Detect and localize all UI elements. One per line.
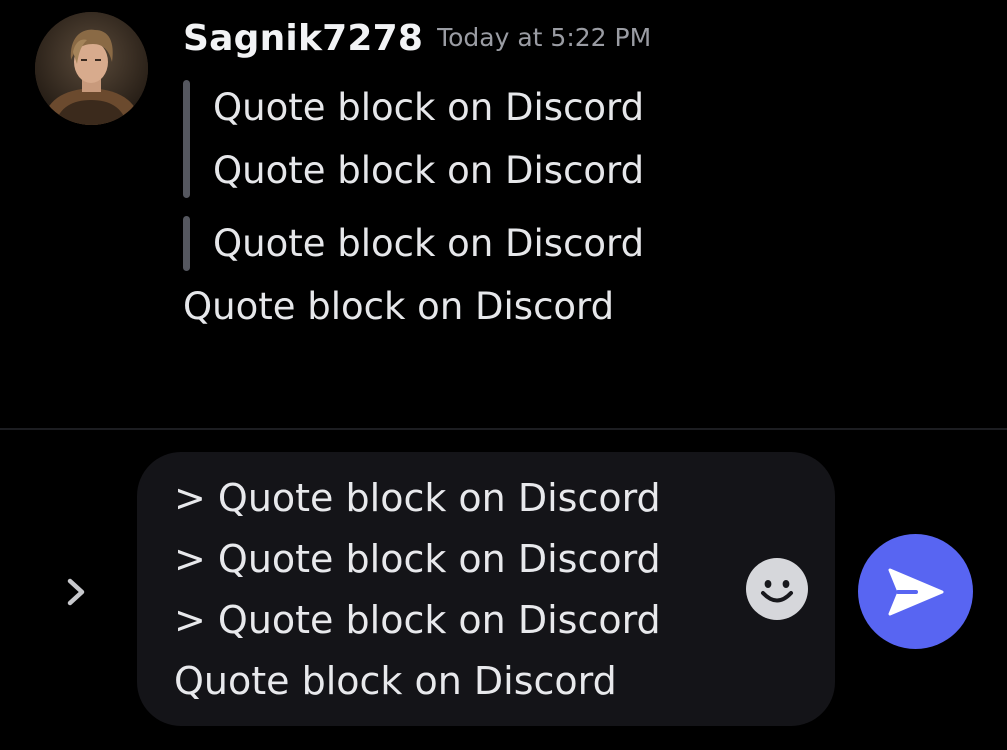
quote-bar	[183, 80, 190, 198]
chevron-right-icon	[67, 578, 85, 606]
quote-bar	[183, 216, 190, 271]
user-avatar-icon	[35, 12, 148, 125]
chat-screen: Sagnik7278 Today at 5:22 PM Quote block o…	[0, 0, 1007, 750]
quote-line: Quote block on Discord	[213, 149, 645, 192]
user-avatar[interactable]	[35, 12, 148, 125]
expand-button[interactable]	[56, 570, 96, 614]
input-line: > Quote block on Discord	[174, 537, 661, 581]
send-button[interactable]	[858, 534, 973, 649]
input-line: > Quote block on Discord	[174, 476, 661, 520]
input-line: > Quote block on Discord	[174, 598, 661, 642]
message-timestamp: Today at 5:22 PM	[437, 23, 652, 52]
quote-line: Quote block on Discord	[213, 222, 645, 265]
message-text-line: Quote block on Discord	[183, 285, 615, 328]
smiley-face-icon	[746, 558, 808, 620]
message-input-text[interactable]: > Quote block on Discord > Quote block o…	[174, 468, 661, 712]
username[interactable]: Sagnik7278	[183, 18, 423, 59]
quote-block: Quote block on Discord Quote block on Di…	[183, 76, 963, 202]
message-content: Quote block on Discord Quote block on Di…	[183, 76, 963, 338]
emoji-button[interactable]	[746, 558, 808, 620]
quote-line: Quote block on Discord	[213, 86, 645, 129]
message-header: Sagnik7278 Today at 5:22 PM	[183, 18, 651, 74]
divider	[0, 428, 1007, 430]
message-input[interactable]: > Quote block on Discord > Quote block o…	[137, 452, 835, 726]
quote-block: Quote block on Discord	[183, 212, 963, 275]
input-line: Quote block on Discord	[174, 659, 617, 703]
send-arrow-icon	[888, 568, 943, 615]
